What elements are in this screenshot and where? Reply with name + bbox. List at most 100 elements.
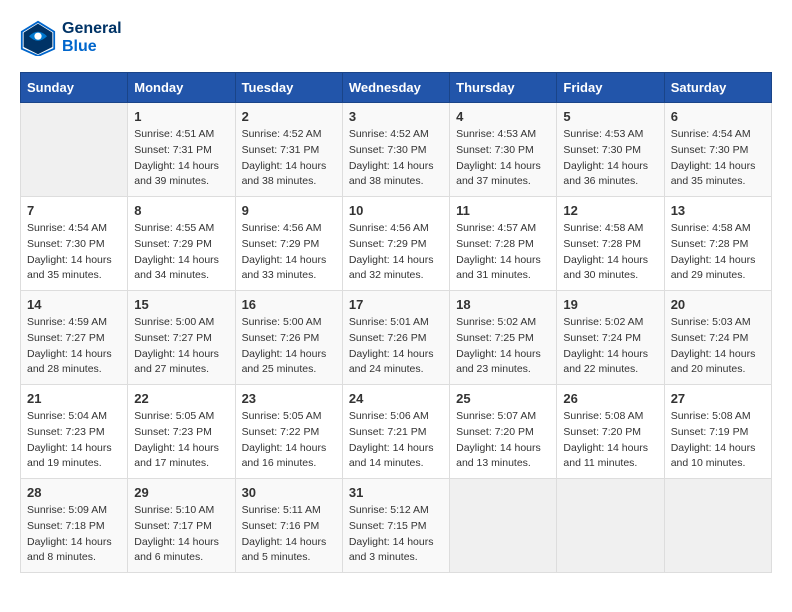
calendar-cell: 2 Sunrise: 4:52 AM Sunset: 7:31 PM Dayli…	[235, 103, 342, 197]
calendar-cell: 5 Sunrise: 4:53 AM Sunset: 7:30 PM Dayli…	[557, 103, 664, 197]
day-info: Sunrise: 5:03 AM Sunset: 7:24 PM Dayligh…	[671, 315, 765, 378]
day-info: Sunrise: 5:05 AM Sunset: 7:23 PM Dayligh…	[134, 409, 228, 472]
calendar-cell: 22 Sunrise: 5:05 AM Sunset: 7:23 PM Dayl…	[128, 385, 235, 479]
day-info: Sunrise: 5:10 AM Sunset: 7:17 PM Dayligh…	[134, 503, 228, 566]
day-number: 5	[563, 109, 657, 124]
day-number: 13	[671, 203, 765, 218]
day-info: Sunrise: 5:02 AM Sunset: 7:25 PM Dayligh…	[456, 315, 550, 378]
calendar-cell: 23 Sunrise: 5:05 AM Sunset: 7:22 PM Dayl…	[235, 385, 342, 479]
day-info: Sunrise: 5:00 AM Sunset: 7:27 PM Dayligh…	[134, 315, 228, 378]
day-info: Sunrise: 4:59 AM Sunset: 7:27 PM Dayligh…	[27, 315, 121, 378]
weekday-header-friday: Friday	[557, 73, 664, 103]
day-info: Sunrise: 4:58 AM Sunset: 7:28 PM Dayligh…	[563, 221, 657, 284]
week-row-1: 1 Sunrise: 4:51 AM Sunset: 7:31 PM Dayli…	[21, 103, 772, 197]
day-info: Sunrise: 5:11 AM Sunset: 7:16 PM Dayligh…	[242, 503, 336, 566]
day-info: Sunrise: 4:54 AM Sunset: 7:30 PM Dayligh…	[671, 127, 765, 190]
calendar-cell: 8 Sunrise: 4:55 AM Sunset: 7:29 PM Dayli…	[128, 197, 235, 291]
calendar-cell: 11 Sunrise: 4:57 AM Sunset: 7:28 PM Dayl…	[450, 197, 557, 291]
calendar-table: SundayMondayTuesdayWednesdayThursdayFrid…	[20, 72, 772, 573]
day-number: 22	[134, 391, 228, 406]
day-number: 6	[671, 109, 765, 124]
day-number: 15	[134, 297, 228, 312]
calendar-cell: 30 Sunrise: 5:11 AM Sunset: 7:16 PM Dayl…	[235, 479, 342, 573]
day-number: 12	[563, 203, 657, 218]
calendar-cell: 12 Sunrise: 4:58 AM Sunset: 7:28 PM Dayl…	[557, 197, 664, 291]
calendar-cell: 3 Sunrise: 4:52 AM Sunset: 7:30 PM Dayli…	[342, 103, 449, 197]
day-info: Sunrise: 5:05 AM Sunset: 7:22 PM Dayligh…	[242, 409, 336, 472]
weekday-header-row: SundayMondayTuesdayWednesdayThursdayFrid…	[21, 73, 772, 103]
day-info: Sunrise: 4:58 AM Sunset: 7:28 PM Dayligh…	[671, 221, 765, 284]
calendar-cell: 15 Sunrise: 5:00 AM Sunset: 7:27 PM Dayl…	[128, 291, 235, 385]
day-number: 10	[349, 203, 443, 218]
day-number: 17	[349, 297, 443, 312]
calendar-cell: 9 Sunrise: 4:56 AM Sunset: 7:29 PM Dayli…	[235, 197, 342, 291]
calendar-cell: 10 Sunrise: 4:56 AM Sunset: 7:29 PM Dayl…	[342, 197, 449, 291]
day-info: Sunrise: 5:08 AM Sunset: 7:20 PM Dayligh…	[563, 409, 657, 472]
day-info: Sunrise: 5:06 AM Sunset: 7:21 PM Dayligh…	[349, 409, 443, 472]
day-number: 2	[242, 109, 336, 124]
week-row-4: 21 Sunrise: 5:04 AM Sunset: 7:23 PM Dayl…	[21, 385, 772, 479]
calendar-cell: 19 Sunrise: 5:02 AM Sunset: 7:24 PM Dayl…	[557, 291, 664, 385]
day-number: 27	[671, 391, 765, 406]
day-number: 28	[27, 485, 121, 500]
calendar-cell: 16 Sunrise: 5:00 AM Sunset: 7:26 PM Dayl…	[235, 291, 342, 385]
day-number: 31	[349, 485, 443, 500]
calendar-cell	[21, 103, 128, 197]
calendar-cell: 13 Sunrise: 4:58 AM Sunset: 7:28 PM Dayl…	[664, 197, 771, 291]
day-info: Sunrise: 5:07 AM Sunset: 7:20 PM Dayligh…	[456, 409, 550, 472]
calendar-cell	[557, 479, 664, 573]
day-number: 7	[27, 203, 121, 218]
day-info: Sunrise: 4:53 AM Sunset: 7:30 PM Dayligh…	[456, 127, 550, 190]
day-number: 20	[671, 297, 765, 312]
day-number: 19	[563, 297, 657, 312]
day-number: 9	[242, 203, 336, 218]
weekday-header-monday: Monday	[128, 73, 235, 103]
week-row-3: 14 Sunrise: 4:59 AM Sunset: 7:27 PM Dayl…	[21, 291, 772, 385]
calendar-cell: 4 Sunrise: 4:53 AM Sunset: 7:30 PM Dayli…	[450, 103, 557, 197]
day-info: Sunrise: 5:01 AM Sunset: 7:26 PM Dayligh…	[349, 315, 443, 378]
calendar-cell: 29 Sunrise: 5:10 AM Sunset: 7:17 PM Dayl…	[128, 479, 235, 573]
calendar-cell: 7 Sunrise: 4:54 AM Sunset: 7:30 PM Dayli…	[21, 197, 128, 291]
day-number: 29	[134, 485, 228, 500]
day-info: Sunrise: 5:04 AM Sunset: 7:23 PM Dayligh…	[27, 409, 121, 472]
day-info: Sunrise: 4:56 AM Sunset: 7:29 PM Dayligh…	[242, 221, 336, 284]
logo-icon	[20, 20, 56, 56]
weekday-header-thursday: Thursday	[450, 73, 557, 103]
week-row-5: 28 Sunrise: 5:09 AM Sunset: 7:18 PM Dayl…	[21, 479, 772, 573]
day-number: 14	[27, 297, 121, 312]
weekday-header-wednesday: Wednesday	[342, 73, 449, 103]
calendar-cell: 6 Sunrise: 4:54 AM Sunset: 7:30 PM Dayli…	[664, 103, 771, 197]
logo: General Blue	[20, 20, 122, 56]
weekday-header-sunday: Sunday	[21, 73, 128, 103]
calendar-cell: 18 Sunrise: 5:02 AM Sunset: 7:25 PM Dayl…	[450, 291, 557, 385]
day-number: 23	[242, 391, 336, 406]
day-info: Sunrise: 4:56 AM Sunset: 7:29 PM Dayligh…	[349, 221, 443, 284]
day-number: 18	[456, 297, 550, 312]
calendar-cell: 14 Sunrise: 4:59 AM Sunset: 7:27 PM Dayl…	[21, 291, 128, 385]
day-number: 24	[349, 391, 443, 406]
calendar-cell: 17 Sunrise: 5:01 AM Sunset: 7:26 PM Dayl…	[342, 291, 449, 385]
day-info: Sunrise: 4:51 AM Sunset: 7:31 PM Dayligh…	[134, 127, 228, 190]
day-info: Sunrise: 4:52 AM Sunset: 7:31 PM Dayligh…	[242, 127, 336, 190]
calendar-cell: 24 Sunrise: 5:06 AM Sunset: 7:21 PM Dayl…	[342, 385, 449, 479]
day-number: 8	[134, 203, 228, 218]
day-number: 16	[242, 297, 336, 312]
day-number: 1	[134, 109, 228, 124]
day-number: 11	[456, 203, 550, 218]
calendar-cell	[664, 479, 771, 573]
day-info: Sunrise: 5:00 AM Sunset: 7:26 PM Dayligh…	[242, 315, 336, 378]
page-header: General Blue	[20, 20, 772, 56]
calendar-cell	[450, 479, 557, 573]
day-info: Sunrise: 4:54 AM Sunset: 7:30 PM Dayligh…	[27, 221, 121, 284]
calendar-cell: 1 Sunrise: 4:51 AM Sunset: 7:31 PM Dayli…	[128, 103, 235, 197]
day-info: Sunrise: 4:53 AM Sunset: 7:30 PM Dayligh…	[563, 127, 657, 190]
day-number: 30	[242, 485, 336, 500]
calendar-cell: 27 Sunrise: 5:08 AM Sunset: 7:19 PM Dayl…	[664, 385, 771, 479]
calendar-cell: 31 Sunrise: 5:12 AM Sunset: 7:15 PM Dayl…	[342, 479, 449, 573]
calendar-body: 1 Sunrise: 4:51 AM Sunset: 7:31 PM Dayli…	[21, 103, 772, 573]
day-info: Sunrise: 4:57 AM Sunset: 7:28 PM Dayligh…	[456, 221, 550, 284]
weekday-header-tuesday: Tuesday	[235, 73, 342, 103]
day-info: Sunrise: 4:52 AM Sunset: 7:30 PM Dayligh…	[349, 127, 443, 190]
calendar-cell: 28 Sunrise: 5:09 AM Sunset: 7:18 PM Dayl…	[21, 479, 128, 573]
calendar-cell: 21 Sunrise: 5:04 AM Sunset: 7:23 PM Dayl…	[21, 385, 128, 479]
